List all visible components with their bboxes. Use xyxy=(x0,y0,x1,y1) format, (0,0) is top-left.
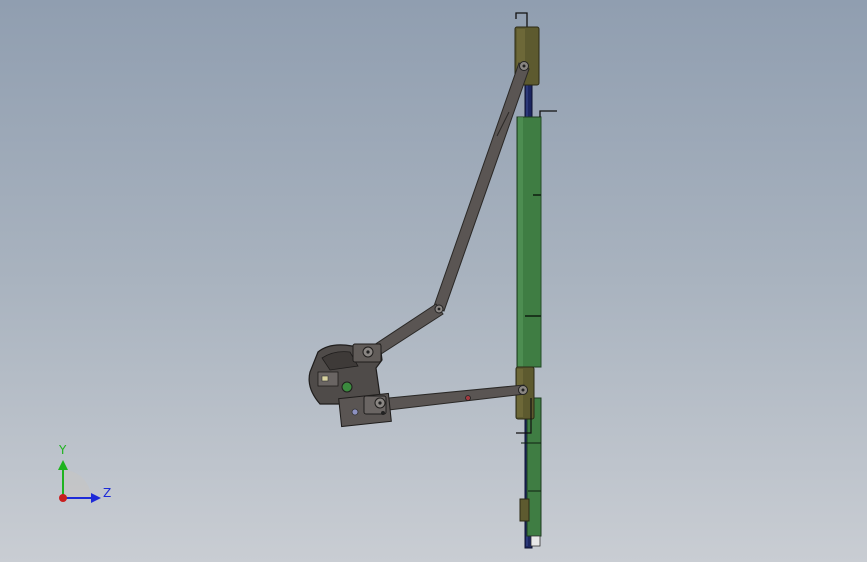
y-axis-arrowhead xyxy=(58,460,68,470)
cad-viewport[interactable]: Y Z xyxy=(0,0,867,562)
z-axis-label: Z xyxy=(103,486,112,500)
regulator-motor-housing xyxy=(308,343,392,428)
lower-arm xyxy=(377,384,528,412)
lower-mount-block xyxy=(519,498,530,522)
origin-dot xyxy=(59,494,67,502)
upper-link xyxy=(370,303,444,357)
glass-panel xyxy=(516,116,542,368)
upper-arm xyxy=(433,61,530,312)
y-axis-label: Y xyxy=(59,443,67,457)
coordinate-triad xyxy=(58,460,101,503)
cad-drawing xyxy=(58,12,557,549)
z-axis-arrowhead xyxy=(91,493,101,503)
